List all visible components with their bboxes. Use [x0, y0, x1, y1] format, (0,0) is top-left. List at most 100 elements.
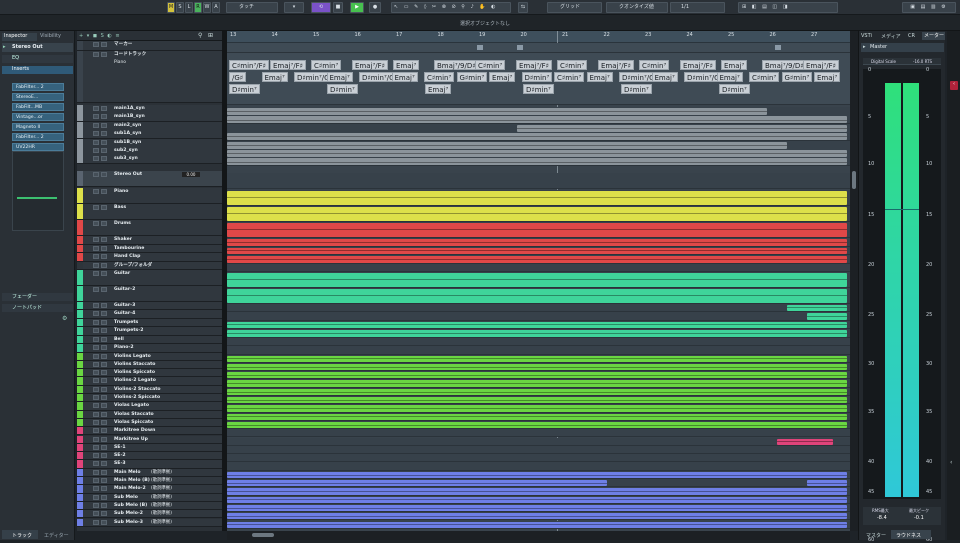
track-color-swatch[interactable]: [77, 220, 83, 235]
audio-event[interactable]: [227, 471, 847, 478]
chord-event[interactable]: Emaj⁷/F♯: [680, 60, 717, 70]
solo-button[interactable]: [101, 419, 107, 425]
track-row[interactable]: Violins-2 Legato: [77, 377, 222, 386]
audio-event[interactable]: [807, 480, 847, 487]
track-color-swatch[interactable]: [77, 385, 83, 393]
chord-event[interactable]: Emaj⁷: [814, 72, 841, 82]
track-row[interactable]: SE-1: [77, 443, 222, 453]
audio-event[interactable]: [227, 256, 847, 263]
chord-event[interactable]: G♯min⁷: [456, 72, 488, 82]
marker-flag-icon[interactable]: [775, 45, 781, 50]
solo-button[interactable]: [101, 106, 107, 111]
solo-button[interactable]: [101, 411, 107, 417]
track-color-swatch[interactable]: [77, 113, 83, 122]
track-color-swatch[interactable]: [77, 253, 83, 261]
solo-button[interactable]: [101, 395, 107, 400]
inserts-section[interactable]: Inserts: [2, 66, 73, 74]
track-color-swatch[interactable]: [77, 130, 83, 139]
solo-button[interactable]: [101, 122, 107, 128]
track-row[interactable]: Violins Legato: [77, 352, 222, 361]
tab-vsti[interactable]: VSTi: [861, 33, 881, 40]
chord-event[interactable]: Emaj⁷: [651, 72, 678, 82]
track-color-swatch[interactable]: [77, 41, 83, 50]
master-header[interactable]: Master: [861, 43, 944, 52]
track-color-swatch[interactable]: [77, 147, 83, 155]
mute-button[interactable]: [93, 156, 99, 162]
track-color-swatch[interactable]: [77, 518, 83, 526]
mute-button[interactable]: [93, 286, 99, 292]
track-row[interactable]: sub3_syn: [77, 155, 222, 165]
audio-event[interactable]: [227, 405, 847, 412]
chord-event[interactable]: Emaj⁷/F♯: [598, 60, 635, 70]
chord-event[interactable]: C♯min⁷/F♯: [229, 60, 270, 70]
mute-button[interactable]: [93, 478, 99, 483]
track-color-swatch[interactable]: [77, 485, 83, 493]
audio-event[interactable]: [807, 313, 847, 320]
mute-button[interactable]: [93, 469, 99, 475]
track-color-swatch[interactable]: [77, 51, 83, 102]
track-color-swatch[interactable]: [77, 285, 83, 301]
tracklist-header-icons[interactable]: + ▾ ◼ S ◐ ≡: [79, 33, 121, 39]
track-color-swatch[interactable]: [77, 318, 83, 326]
insert-slot[interactable]: FabFilt...MB: [12, 103, 64, 111]
mute-button[interactable]: [93, 131, 99, 137]
audio-event[interactable]: [227, 521, 847, 528]
track-color-swatch[interactable]: [77, 501, 83, 510]
track-row[interactable]: Main Melo-2 (歌詞準拠): [77, 485, 222, 494]
vertical-scrollbar[interactable]: [850, 31, 858, 531]
solo-button[interactable]: [101, 511, 107, 517]
track-color-swatch[interactable]: [77, 105, 83, 113]
mute-button[interactable]: [93, 511, 99, 517]
quantize-value-select[interactable]: 1/1: [670, 2, 725, 13]
audio-event[interactable]: [227, 380, 847, 387]
tab-media[interactable]: メディア: [881, 33, 903, 40]
mute-button[interactable]: [93, 328, 99, 333]
fader-section[interactable]: フェーダー: [2, 293, 73, 301]
mute-button[interactable]: [93, 502, 99, 508]
track-row[interactable]: マーカー: [77, 41, 222, 51]
track-row[interactable]: Violins Staccato: [77, 360, 222, 370]
track-color-swatch[interactable]: [77, 443, 83, 452]
track-color-swatch[interactable]: [77, 410, 83, 418]
track-color-swatch[interactable]: [77, 477, 83, 485]
solo-button[interactable]: [101, 328, 107, 333]
audio-event[interactable]: [227, 397, 847, 404]
audio-event[interactable]: [227, 504, 847, 512]
eq-section[interactable]: EQ: [2, 55, 73, 63]
track-row[interactable]: Main Melo (B) (歌詞準拠): [77, 477, 222, 486]
mute-button[interactable]: [93, 114, 99, 120]
track-row[interactable]: Drums: [77, 220, 222, 236]
chord-event[interactable]: /G♯: [229, 72, 247, 82]
track-row[interactable]: Bell: [77, 335, 222, 344]
solo-button[interactable]: [101, 436, 107, 442]
chord-event[interactable]: G♯min⁷: [781, 72, 813, 82]
track-row[interactable]: Guitar-3: [77, 301, 222, 310]
track-row[interactable]: Guitar: [77, 269, 222, 286]
track-row[interactable]: SE-3: [77, 460, 222, 469]
chord-event[interactable]: D♯min⁷: [327, 84, 358, 94]
mute-button[interactable]: [93, 245, 99, 251]
collapse-arrow-icon[interactable]: ‹: [950, 459, 952, 466]
chord-event[interactable]: Emaj⁷: [393, 60, 420, 70]
track-color-swatch[interactable]: [77, 360, 83, 369]
track-color-swatch[interactable]: [77, 510, 83, 518]
solo-button[interactable]: [101, 403, 107, 409]
solo-button[interactable]: [101, 361, 107, 367]
automation-mode-select[interactable]: タッチ: [226, 2, 278, 13]
chord-event[interactable]: C♯min⁷: [557, 60, 588, 70]
track-settings-button[interactable]: ▾: [284, 2, 304, 13]
solo-button[interactable]: [101, 461, 107, 467]
stop-button[interactable]: ■: [333, 2, 343, 13]
mute-button[interactable]: [93, 361, 99, 367]
audio-event[interactable]: [227, 321, 847, 328]
chord-event[interactable]: Bmaj⁷/9/D♯: [762, 60, 807, 70]
solo-button[interactable]: [101, 270, 107, 276]
track-color-swatch[interactable]: [77, 394, 83, 402]
tab-loudness[interactable]: ラウドネス: [891, 530, 931, 539]
mute-button[interactable]: [93, 436, 99, 442]
mute-button[interactable]: [93, 370, 99, 376]
mute-all-button[interactable]: M: [167, 2, 175, 13]
solo-button[interactable]: [101, 172, 107, 177]
chord-event[interactable]: Emaj⁷: [425, 84, 452, 94]
external-panel-icon[interactable]: ‹: [950, 81, 958, 90]
